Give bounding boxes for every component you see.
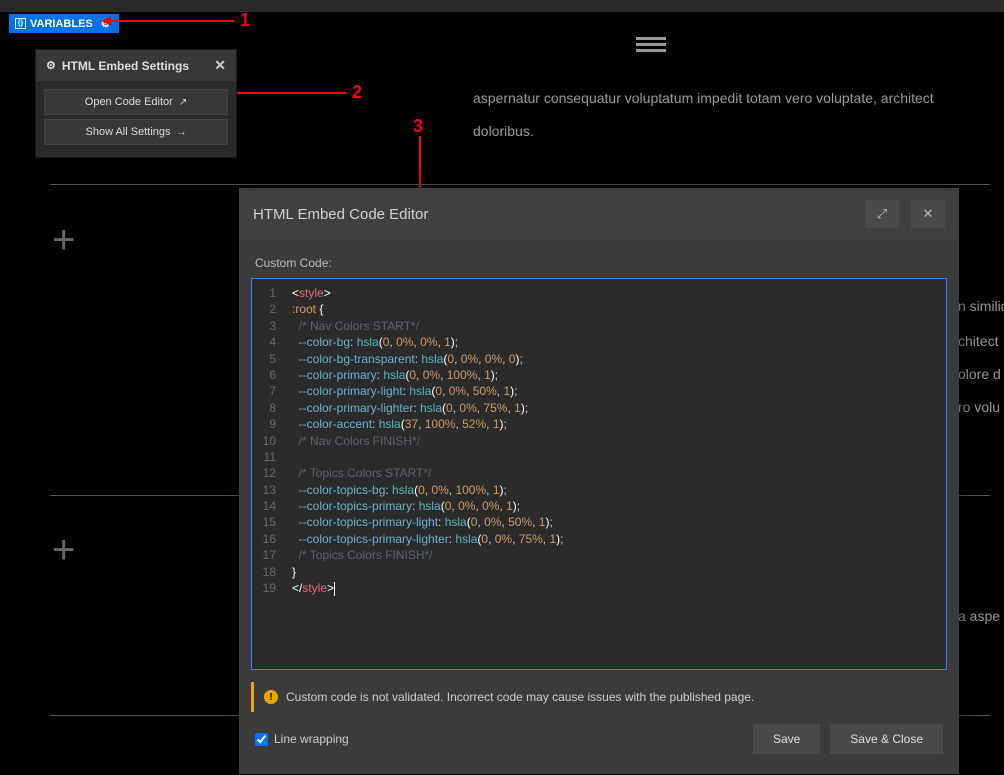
external-icon: ↗: [179, 97, 187, 108]
settings-header: ⚙ HTML Embed Settings ✕: [36, 50, 236, 81]
code-editor[interactable]: 12345678910111213141516171819 <style>:ro…: [251, 278, 947, 670]
hamburger-icon[interactable]: [636, 34, 666, 55]
annotation-1: 1: [240, 10, 250, 31]
html-embed-settings-panel: ⚙ HTML Embed Settings ✕ Open Code Editor…: [35, 49, 237, 158]
gear-icon: ⚙: [46, 59, 56, 72]
line-wrapping-label: Line wrapping: [274, 732, 349, 746]
divider: [50, 184, 990, 185]
bg-text: olore d: [958, 363, 1001, 385]
annotation-2: 2: [352, 82, 362, 103]
validation-warning: ! Custom code is not validated. Incorrec…: [251, 682, 947, 712]
gear-icon[interactable]: ⚙: [99, 17, 113, 30]
code-content[interactable]: <style>:root { /* Nav Colors START*/ --c…: [284, 279, 946, 669]
close-icon[interactable]: ✕: [214, 57, 226, 74]
bg-text: ro volu: [958, 396, 1000, 418]
add-section-icon[interactable]: +: [52, 218, 75, 263]
open-code-editor-button[interactable]: Open Code Editor ↗: [44, 89, 228, 115]
save-button[interactable]: Save: [753, 724, 820, 754]
save-close-button[interactable]: Save & Close: [830, 724, 943, 754]
variables-button[interactable]: {} VARIABLES ⚙: [9, 14, 119, 33]
close-icon[interactable]: ✕: [911, 200, 945, 228]
variables-label: VARIABLES: [30, 18, 93, 30]
bg-text: a aspe: [958, 605, 1000, 627]
custom-code-label: Custom Code:: [255, 256, 947, 270]
editor-titlebar: HTML Embed Code Editor ⤢ ✕: [239, 188, 959, 240]
top-toolbar: [0, 0, 1004, 12]
show-all-settings-button[interactable]: Show All Settings →: [44, 119, 228, 145]
bg-text: chitect: [958, 330, 998, 352]
annotation-arrow-1: [104, 20, 234, 22]
annotation-arrow-2: [230, 92, 346, 94]
line-wrapping-checkbox[interactable]: [255, 733, 268, 746]
html-embed-code-editor: HTML Embed Code Editor ⤢ ✕ Custom Code: …: [239, 188, 959, 774]
settings-title: HTML Embed Settings: [62, 59, 189, 73]
annotation-3: 3: [413, 116, 423, 137]
warning-icon: !: [264, 690, 278, 704]
editor-title: HTML Embed Code Editor: [253, 206, 428, 223]
add-section-icon[interactable]: +: [52, 528, 75, 573]
line-gutter: 12345678910111213141516171819: [252, 279, 284, 669]
embed-icon: {}: [15, 18, 26, 29]
warning-text: Custom code is not validated. Incorrect …: [286, 690, 754, 704]
editor-footer: Line wrapping Save Save & Close: [251, 712, 947, 762]
bg-text: n similiq: [958, 295, 1004, 317]
bg-text: aspernatur consequatur voluptatum impedi…: [473, 87, 934, 109]
expand-icon[interactable]: ⤢: [865, 200, 899, 228]
chevron-right-icon: →: [177, 127, 187, 138]
bg-text: doloribus.: [473, 120, 534, 142]
